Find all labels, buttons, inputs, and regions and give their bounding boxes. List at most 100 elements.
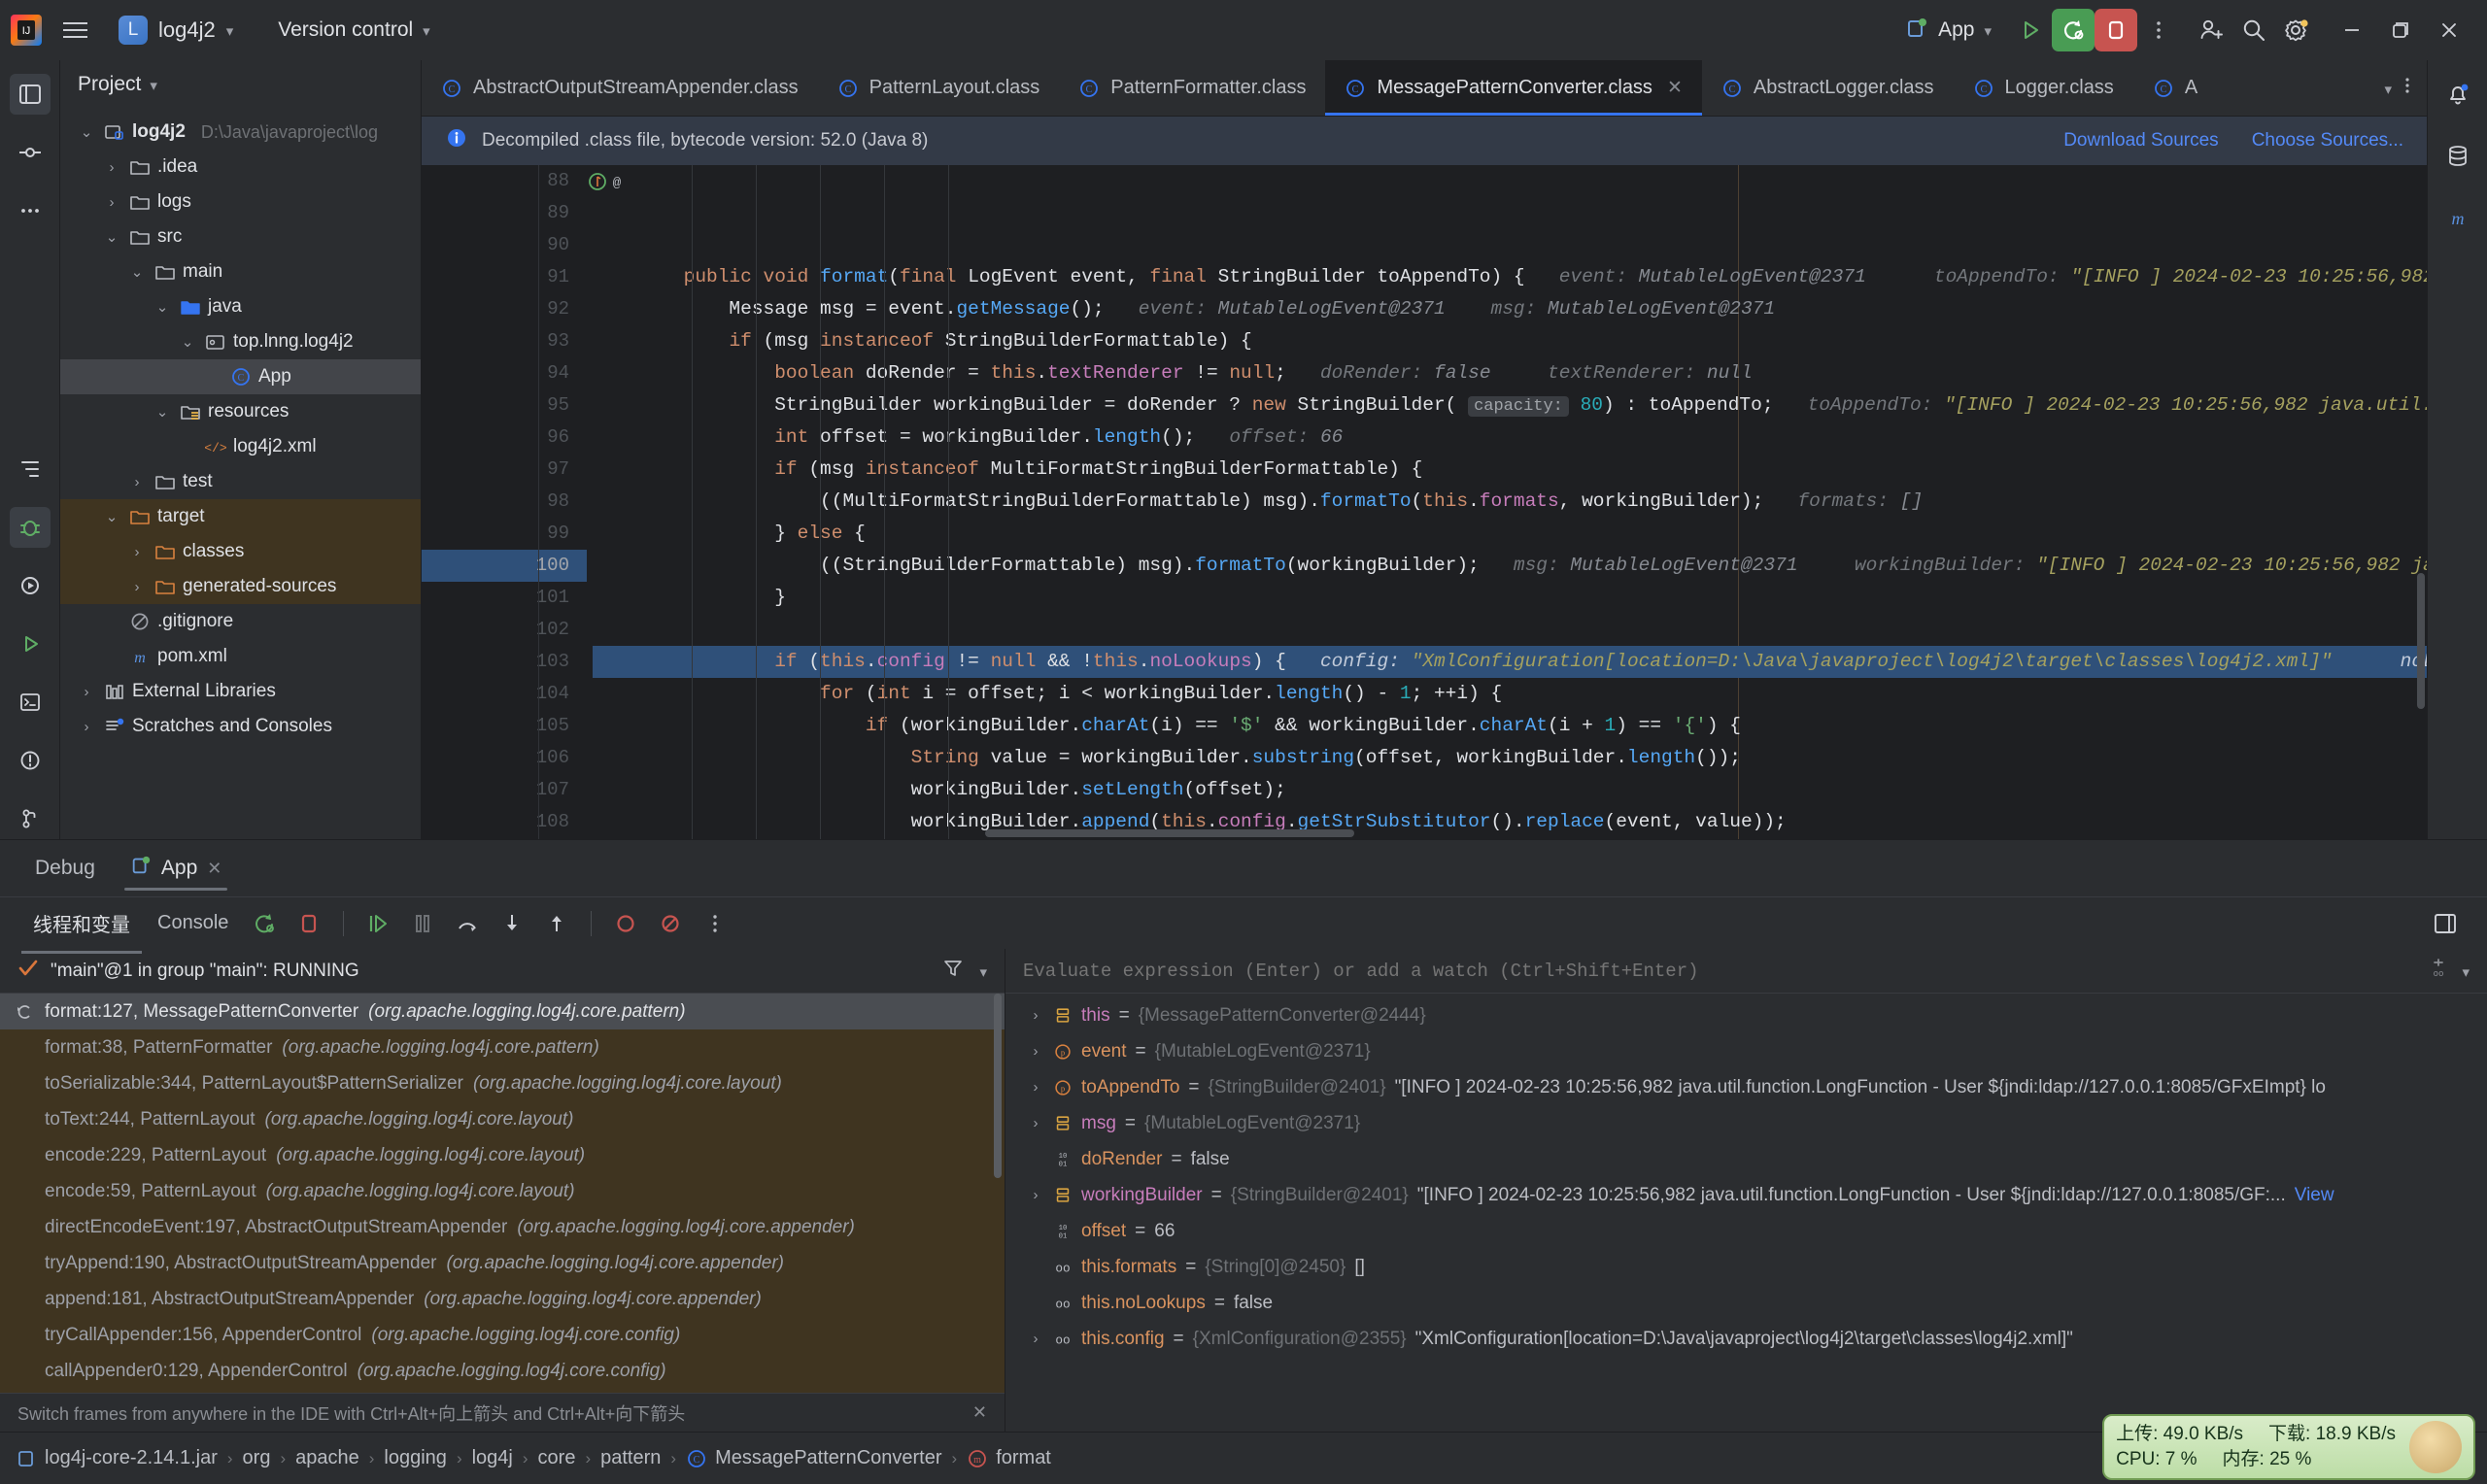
services-tool-icon[interactable] xyxy=(10,565,51,606)
chevron-right-icon[interactable]: › xyxy=(126,579,148,595)
variable-row[interactable]: › oo this.config = {XmlConfiguration@2355} "X… xyxy=(1005,1321,2487,1357)
chevron-down-icon[interactable]: ⌄ xyxy=(152,298,173,316)
evaluate-expression-input[interactable] xyxy=(1023,960,2416,982)
thread-selector[interactable]: "main"@1 in group "main": RUNNING ▾ xyxy=(0,949,1005,994)
chevron-down-icon[interactable]: ⌄ xyxy=(152,403,173,421)
run-tool-icon[interactable] xyxy=(10,624,51,664)
chevron-right-icon[interactable]: › xyxy=(101,194,122,211)
stop-button[interactable] xyxy=(2095,9,2137,51)
tree-node-java[interactable]: ⌄ java xyxy=(60,289,421,324)
gutter-line-number[interactable]: 95 xyxy=(422,389,587,422)
variable-row[interactable]: › this = {MessagePatternConverter@2444} xyxy=(1005,997,2487,1033)
breadcrumb[interactable]: log4j-core-2.14.1.jar › org › apache › logging… xyxy=(16,1447,1051,1469)
chevron-right-icon[interactable]: › xyxy=(126,544,148,560)
more-tool-windows-icon[interactable] xyxy=(10,190,51,231)
tree-node-target[interactable]: ⌄ target xyxy=(60,499,421,534)
breadcrumb-item[interactable]: m format xyxy=(967,1447,1051,1469)
step-over-icon[interactable] xyxy=(447,903,488,944)
chevron-down-icon[interactable]: ▾ xyxy=(2384,81,2392,98)
code-line[interactable]: String value = workingBuilder.substring(… xyxy=(593,742,2427,774)
download-sources-link[interactable]: Download Sources xyxy=(2063,130,2218,152)
code-content[interactable]: public void format(final LogEvent event,… xyxy=(587,165,2427,839)
variable-row[interactable]: 10 01 doRender = false xyxy=(1005,1141,2487,1177)
code-line[interactable]: for (int i = offset; i < workingBuilder.… xyxy=(593,678,2427,710)
variable-row[interactable]: › workingBuilder = {StringBuilder@2401} "[IN… xyxy=(1005,1177,2487,1213)
code-line[interactable]: StringBuilder workingBuilder = doRender … xyxy=(593,389,2427,422)
minimize-icon[interactable] xyxy=(2328,9,2376,51)
gutter-line-number[interactable]: 91 xyxy=(422,261,587,293)
breadcrumb-item[interactable]: pattern xyxy=(600,1447,661,1469)
stack-frame-row[interactable]: tryAppend:190, AbstractOutputStreamAppen… xyxy=(0,1245,1005,1281)
git-tool-icon[interactable] xyxy=(10,798,51,839)
tree-node-app[interactable]: C App xyxy=(60,359,421,394)
gutter-line-number[interactable]: 93 xyxy=(422,325,587,357)
variable-row[interactable]: › msg = {MutableLogEvent@2371} xyxy=(1005,1105,2487,1141)
project-selector[interactable]: L log4j2 ▾ xyxy=(109,10,243,51)
variable-row[interactable]: › p toAppendTo = {StringBuilder@2401} "[INFO … xyxy=(1005,1069,2487,1105)
pause-icon[interactable] xyxy=(402,903,443,944)
view-value-link[interactable]: View xyxy=(2295,1185,2334,1206)
breadcrumb-item[interactable]: log4j-core-2.14.1.jar xyxy=(16,1447,218,1469)
more-vertical-icon[interactable] xyxy=(2137,9,2180,51)
add-user-icon[interactable] xyxy=(2190,9,2232,51)
more-vertical-icon[interactable] xyxy=(2398,76,2417,100)
chevron-down-icon[interactable]: ⌄ xyxy=(177,333,198,351)
variables-list[interactable]: › this = {MessagePatternConverter@2444} › p ev… xyxy=(1005,994,2487,1432)
tree-node-resources[interactable]: ⌄ resources xyxy=(60,394,421,429)
variable-row[interactable]: 10 01 offset = 66 xyxy=(1005,1213,2487,1249)
expand-arrow-icon[interactable]: › xyxy=(1027,1007,1044,1024)
code-line[interactable]: } xyxy=(593,582,2427,614)
gutter-line-number[interactable]: 103 xyxy=(422,646,587,678)
mute-breakpoints-icon[interactable] xyxy=(650,903,691,944)
stack-frame-row[interactable]: append:181, AbstractOutputStreamAppender… xyxy=(0,1281,1005,1317)
gutter-line-number[interactable]: 89 xyxy=(422,197,587,229)
code-line[interactable]: ((MultiFormatStringBuilderFormattable) m… xyxy=(593,486,2427,518)
tree-node-src[interactable]: ⌄ src xyxy=(60,219,421,254)
chevron-down-icon[interactable]: ⌄ xyxy=(76,123,97,141)
stack-frame-row[interactable]: toText:244, PatternLayout (org.apache.log… xyxy=(0,1101,1005,1137)
tree-node-scratches-and-consoles[interactable]: › Scratches and Consoles xyxy=(60,709,421,744)
resume-icon[interactable] xyxy=(358,903,398,944)
gutter-line-number[interactable]: 92 xyxy=(422,293,587,325)
stack-frame-row[interactable]: callAppender0:129, AppenderControl (org.a… xyxy=(0,1353,1005,1389)
code-line[interactable]: if (workingBuilder.charAt(i) == '$' && w… xyxy=(593,710,2427,742)
chevron-down-icon[interactable]: ▾ xyxy=(2462,963,2470,981)
stack-frame-row[interactable]: encode:229, PatternLayout (org.apache.log… xyxy=(0,1137,1005,1173)
gutter-line-number[interactable]: 105 xyxy=(422,710,587,742)
gutter-line-number[interactable]: 90 xyxy=(422,229,587,261)
code-line[interactable]: boolean doRender = this.textRenderer != … xyxy=(593,357,2427,389)
tree-node-main[interactable]: ⌄ main xyxy=(60,254,421,289)
variable-row[interactable]: oo this.formats = {String[0]@2450} [] xyxy=(1005,1249,2487,1285)
tree-node--idea[interactable]: › .idea xyxy=(60,150,421,185)
code-line[interactable]: public void format(final LogEvent event,… xyxy=(593,261,2427,293)
gutter-line-number[interactable]: 107 xyxy=(422,774,587,806)
debug-tool-icon[interactable] xyxy=(9,507,51,548)
gutter-line-number[interactable]: 94 xyxy=(422,357,587,389)
tree-node-top-lnng-log4j2[interactable]: ⌄ top.lnng.log4j2 xyxy=(60,324,421,359)
maven-icon[interactable]: m xyxy=(2437,198,2478,239)
layout-settings-icon[interactable] xyxy=(2425,903,2466,944)
code-line[interactable]: } else { xyxy=(593,518,2427,550)
gutter-line-number[interactable]: 97 xyxy=(422,454,587,486)
variable-row[interactable]: › p event = {MutableLogEvent@2371} xyxy=(1005,1033,2487,1069)
step-out-icon[interactable] xyxy=(536,903,577,944)
editor-tab-a[interactable]: CA xyxy=(2133,60,2217,116)
step-into-icon[interactable] xyxy=(492,903,532,944)
code-line[interactable]: workingBuilder.append(this.config.getStr… xyxy=(593,806,2427,838)
variable-row[interactable]: oo this.noLookups = false xyxy=(1005,1285,2487,1321)
chevron-down-icon[interactable]: ⌄ xyxy=(101,228,122,246)
close-icon[interactable]: ✕ xyxy=(1667,77,1683,99)
rerun-icon[interactable] xyxy=(244,903,285,944)
restore-icon[interactable] xyxy=(2376,9,2425,51)
add-watch-icon[interactable]: oo xyxy=(2427,957,2450,985)
tree-node-external-libraries[interactable]: › External Libraries xyxy=(60,674,421,709)
code-line[interactable]: ((StringBuilderFormattable) msg).formatT… xyxy=(593,550,2427,582)
code-line[interactable]: int offset = workingBuilder.length(); of… xyxy=(593,422,2427,454)
view-breakpoints-icon[interactable] xyxy=(605,903,646,944)
tree-node-generated-sources[interactable]: › generated-sources xyxy=(60,569,421,604)
code-editor[interactable]: 88 @89 90 91 92 93 94 95 96 97 98 99 100 101 102 103 104… xyxy=(422,165,2427,839)
editor-tab-abstractoutputstreamappender-class[interactable]: C AbstractOutputStreamAppender.class xyxy=(422,60,818,116)
debug-session-tab-app[interactable]: App ✕ xyxy=(117,840,235,896)
tree-node-log4j2[interactable]: ⌄ log4j2 D:\Java\javaproject\log xyxy=(60,115,421,150)
breadcrumb-item[interactable]: core xyxy=(538,1447,576,1469)
